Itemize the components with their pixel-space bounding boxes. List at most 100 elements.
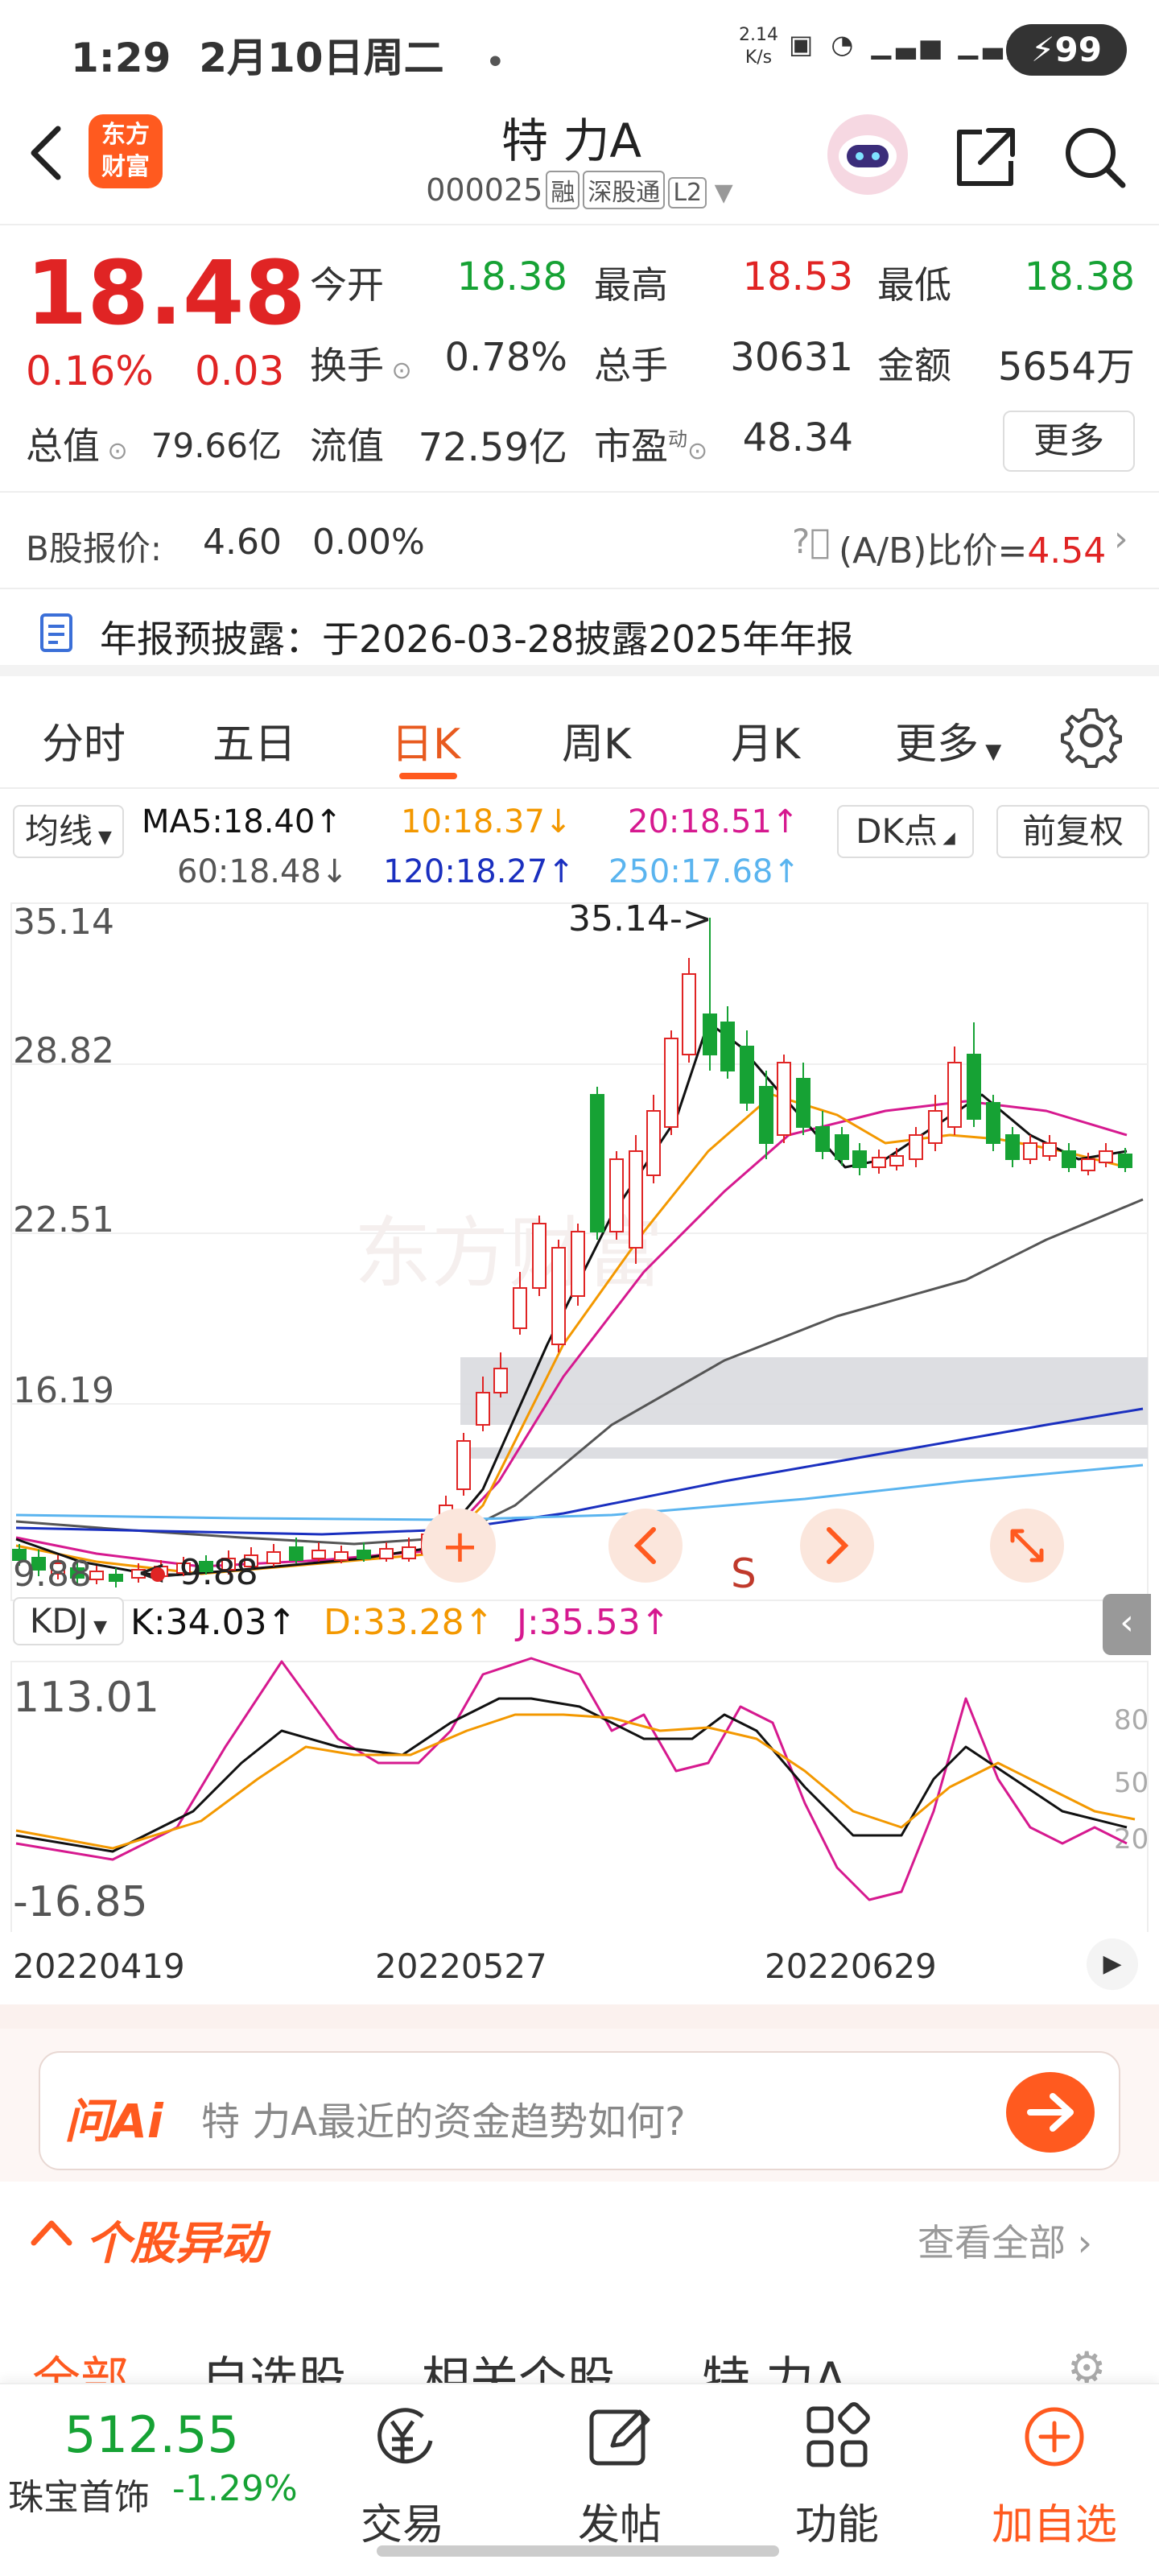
post-button[interactable]: 发帖 <box>539 2384 700 2549</box>
sector-index[interactable]: 512.55 珠宝首饰 -1.29% <box>0 2384 314 2529</box>
info-icon: ⊙ <box>384 357 412 385</box>
prev-candle-button[interactable] <box>608 1509 683 1583</box>
moving-average-row: 均线 ▼ MA5:18.40↑ 10:18.37↓ 20:18.51↑ 60:1… <box>0 797 1159 902</box>
candle-body <box>1023 1142 1037 1160</box>
date-label: 20220419 <box>13 1946 185 1986</box>
kdj-row: KDJ ▼ K:34.03↑ D:33.28↑ J:35.53↑ ‹ <box>0 1594 1159 1655</box>
candle-body <box>1099 1150 1113 1163</box>
active-tab-indicator <box>399 773 457 779</box>
caret-down-icon: ▼ <box>979 740 1002 764</box>
last-price: 18.48 <box>26 242 306 345</box>
stock-header: 东方 财富 特 力A 000025 融深股通 L2 ▼ <box>0 97 1159 225</box>
tab-weekly-k[interactable]: 周K <box>562 710 631 770</box>
y-label: 28.82 <box>13 1030 114 1071</box>
assistant-avatar[interactable] <box>827 114 908 195</box>
tab-daily-k[interactable]: 日K <box>391 710 460 770</box>
label-total-value[interactable]: 总值 ⊙ <box>26 417 128 470</box>
y-label: 9.88 <box>13 1554 92 1595</box>
candle-body <box>1081 1158 1095 1171</box>
candle-body <box>928 1110 942 1144</box>
trade-label: 交易 <box>360 2501 444 2549</box>
kline-chart[interactable]: 东方财富 35.14 28.82 22.51 16.19 9.88 35.14-… <box>0 894 1159 1618</box>
search-button[interactable] <box>1058 121 1131 193</box>
arrow-right-icon <box>1027 2093 1074 2132</box>
b-share-row[interactable]: B股报价: 4.60 0.00% ?⃝ (A/B)比价=4.54 › <box>0 491 1159 588</box>
chevron-right-icon: › <box>1114 518 1128 559</box>
high-marker: 35.14-> <box>568 898 712 939</box>
label-low: 最低 <box>877 263 951 307</box>
candle-body <box>1118 1154 1132 1168</box>
plus-icon: + <box>441 1521 479 1573</box>
tab-more[interactable]: 更多 ▼ <box>895 710 1001 770</box>
info-icon: ⊙ <box>687 437 708 465</box>
candle-body <box>476 1392 490 1426</box>
collapse-panel-button[interactable]: ‹ <box>1103 1594 1151 1655</box>
candle-body <box>967 1054 981 1120</box>
y-label: 22.51 <box>13 1199 114 1241</box>
edit-icon <box>539 2401 700 2483</box>
candle-body <box>759 1086 773 1144</box>
kdj-selector[interactable]: KDJ ▼ <box>13 1597 124 1645</box>
ask-ai-logo: 问Ai <box>64 2094 163 2149</box>
tag-l2: L2 <box>668 177 707 208</box>
back-button[interactable] <box>23 121 71 185</box>
value-open: 18.38 <box>456 254 567 299</box>
ask-ai-box[interactable]: 问Ai 特 力A最近的资金趋势如何? <box>39 2051 1120 2170</box>
sector-index-pct: -1.29% <box>172 2468 298 2509</box>
more-button[interactable]: 更多 <box>1003 411 1135 472</box>
candle-body <box>456 1440 471 1490</box>
chevron-up-icon[interactable] <box>29 2215 74 2248</box>
gear-icon[interactable] <box>1059 704 1124 768</box>
next-candle-button[interactable] <box>800 1509 874 1583</box>
ma20-value: 20:18.51↑ <box>628 803 799 840</box>
ask-submit-button[interactable] <box>1006 2072 1095 2153</box>
candle-body <box>889 1155 904 1166</box>
robot-icon <box>839 135 897 177</box>
stock-movement-header: 个股异动 查看全部 › <box>0 2190 1159 2278</box>
subtab-all[interactable]: 全部 <box>32 2341 129 2383</box>
tab-monthly-k[interactable]: 月K <box>731 710 800 770</box>
candle-body <box>89 1571 104 1580</box>
candle-body <box>852 1150 867 1168</box>
ma10-line <box>15 1093 1128 1575</box>
tab-five-day[interactable]: 五日 <box>212 710 296 770</box>
label-pe[interactable]: 市盈动⊙ <box>594 417 707 470</box>
gear-icon[interactable]: ⚙ <box>1067 2343 1106 2383</box>
view-all-link[interactable]: 查看全部 › <box>918 2214 1092 2267</box>
label-turnover[interactable]: 换手 ⊙ <box>310 336 412 390</box>
kdj-j-line <box>15 1657 1128 1901</box>
candle-body <box>835 1134 849 1160</box>
dk-point-button[interactable]: DK点 ◢ <box>837 805 974 858</box>
tab-intraday[interactable]: 分时 <box>42 710 126 770</box>
kdj-chart[interactable]: 113.01 -16.85 80 50 20 <box>0 1650 1159 1956</box>
kdj-j: J:35.53↑ <box>517 1602 670 1643</box>
value-amount: 5654万 <box>997 345 1135 390</box>
candle-body <box>740 1046 754 1104</box>
app-logo[interactable]: 东方 财富 <box>89 114 163 188</box>
share-button[interactable] <box>950 121 1022 193</box>
pe-dynamic-tag: 动 <box>668 427 687 451</box>
sell-signal: S <box>731 1550 757 1597</box>
help-icon[interactable]: ?⃝ <box>792 522 831 561</box>
price-band <box>460 1357 1148 1425</box>
ma10-value: 10:18.37↓ <box>401 803 572 840</box>
status-time: 1:29 2月10日周二 • <box>71 35 505 81</box>
add-watchlist-button[interactable]: 加自选 <box>974 2384 1135 2549</box>
low-dot <box>151 1567 165 1582</box>
trade-button[interactable]: 交易 <box>322 2384 483 2549</box>
functions-button[interactable]: 功能 <box>757 2384 918 2549</box>
candle-body <box>266 1551 281 1564</box>
label-high: 最高 <box>594 263 668 307</box>
value-pe: 48.34 <box>742 415 853 460</box>
subtab-related[interactable]: 相关个股 <box>422 2341 615 2383</box>
subtab-stock[interactable]: 特 力A <box>702 2341 847 2383</box>
adjust-button[interactable]: 前复权 <box>996 805 1149 858</box>
section-gap <box>0 2004 1159 2029</box>
scroll-right-button[interactable]: ▶ <box>1087 1938 1138 1990</box>
indicator-selector[interactable]: 均线 ▼ <box>13 805 124 858</box>
subtab-watchlist[interactable]: 自选股 <box>201 2341 346 2383</box>
annual-report-notice[interactable]: 年报预披露：于2026-03-28披露2025年年报 <box>0 588 1159 676</box>
stock-code-line[interactable]: 000025 融深股通 L2 ▼ <box>394 171 765 209</box>
b-share-price: 4.60 <box>203 522 282 563</box>
net-speed: 2.14 K/s <box>739 25 778 68</box>
